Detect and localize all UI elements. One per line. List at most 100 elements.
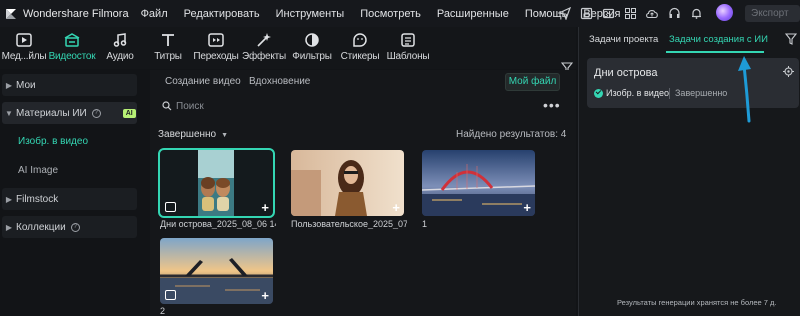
sidebar-item-mine[interactable]: ▶ Мои bbox=[2, 74, 137, 96]
tab-stock-video-label: Видеосток bbox=[48, 51, 96, 62]
tab-transitions[interactable]: Переходы bbox=[192, 27, 240, 69]
card-title: 1 bbox=[422, 219, 428, 229]
task-status: Завершенно bbox=[675, 88, 728, 98]
audio-icon bbox=[96, 30, 144, 50]
sidebar-subitem-image-to-video[interactable]: Изобр. в видео bbox=[18, 136, 88, 147]
sidebar-item-label: Коллекции bbox=[16, 221, 66, 233]
drawbridge-sunset-thumbnail bbox=[160, 238, 273, 304]
card-title: Дни острова_2025_08_06 14... bbox=[160, 219, 276, 229]
island-days-thumbnail bbox=[160, 150, 273, 216]
menu-edit[interactable]: Редактировать bbox=[184, 8, 260, 20]
annotation-arrow-icon bbox=[738, 56, 751, 123]
menu-advanced[interactable]: Расширенные bbox=[437, 8, 509, 20]
tab-titles[interactable]: Титры bbox=[144, 27, 192, 69]
filmora-window: Wondershare Filmora Файл Редактировать И… bbox=[0, 0, 800, 316]
save-icon[interactable] bbox=[578, 5, 594, 21]
tab-audio-label: Аудио bbox=[106, 51, 134, 62]
completed-check-icon bbox=[594, 89, 603, 98]
media-card[interactable]: + bbox=[422, 150, 535, 216]
export-button[interactable]: Экспорт bbox=[745, 5, 800, 22]
results-count: Найдено результатов: 4 bbox=[456, 129, 567, 140]
help-icon[interactable]: ? bbox=[70, 222, 80, 232]
locate-icon[interactable] bbox=[783, 66, 794, 80]
headset-icon[interactable] bbox=[666, 5, 682, 21]
image-to-video-badge-icon bbox=[165, 202, 176, 212]
grid-icon[interactable] bbox=[622, 5, 638, 21]
tab-effects-label: Эффекты bbox=[241, 51, 287, 62]
tab-create-video[interactable]: Создание видео bbox=[165, 76, 241, 87]
sidebar-subitem-ai-image[interactable]: AI Image bbox=[18, 165, 58, 176]
filter-icon[interactable] bbox=[784, 33, 798, 48]
add-icon[interactable]: + bbox=[261, 201, 269, 214]
ai-badge: AI bbox=[122, 108, 136, 118]
bell-icon[interactable] bbox=[688, 5, 704, 21]
send-icon[interactable] bbox=[556, 5, 572, 21]
card-title: 2 bbox=[160, 306, 166, 316]
task-title: Дни острова bbox=[594, 67, 658, 79]
sidebar-item-ai-materials[interactable]: ▼ Материалы ИИ ? AI bbox=[2, 102, 137, 124]
media-browser: Создание видео Вдохновение Мой файл ••• … bbox=[150, 70, 576, 316]
filters-icon bbox=[288, 30, 336, 50]
tab-filters-label: Фильтры bbox=[292, 51, 332, 62]
tab-media[interactable]: Мед...йлы bbox=[0, 27, 48, 69]
titles-icon bbox=[144, 30, 192, 50]
media-icon bbox=[0, 30, 48, 50]
tab-effects[interactable]: Эффекты bbox=[240, 27, 288, 69]
tab-project-tasks[interactable]: Задачи проекта bbox=[589, 34, 658, 45]
image-to-video-badge-icon bbox=[165, 290, 176, 300]
add-icon[interactable]: + bbox=[392, 201, 400, 214]
media-card[interactable]: + bbox=[158, 148, 275, 218]
tab-inspiration[interactable]: Вдохновение bbox=[249, 76, 310, 87]
sidebar-item-label: Мои bbox=[16, 79, 36, 91]
red-bridge-thumbnail bbox=[422, 150, 535, 216]
retention-note: Результаты генерации хранятся не более 7… bbox=[617, 298, 777, 307]
tab-templates[interactable]: Шаблоны bbox=[384, 27, 432, 69]
help-icon[interactable]: ? bbox=[91, 108, 101, 118]
sidebar-item-filmstock[interactable]: ▶ Filmstock bbox=[2, 188, 137, 210]
tab-titles-label: Титры bbox=[154, 51, 182, 62]
chevron-down-icon: ▼ bbox=[5, 108, 13, 118]
ai-tasks-panel: Задачи проекта Задачи создания с ИИ Дни … bbox=[578, 27, 800, 316]
task-card[interactable]: Дни острова Изобр. в видео Завершенно bbox=[587, 58, 799, 108]
app-name: Wondershare Filmora bbox=[23, 7, 129, 20]
transitions-icon bbox=[192, 30, 240, 50]
sidebar-item-label: Материалы ИИ bbox=[16, 107, 87, 119]
tab-stickers[interactable]: Стикеры bbox=[336, 27, 384, 69]
cloud-upload-icon[interactable] bbox=[644, 5, 660, 21]
chevron-right-icon: ▶ bbox=[5, 194, 13, 204]
add-icon[interactable]: + bbox=[523, 201, 531, 214]
menu-file[interactable]: Файл bbox=[141, 8, 168, 20]
media-icon[interactable] bbox=[600, 5, 616, 21]
portrait-woman-thumbnail bbox=[291, 150, 404, 216]
main-toolbar: Мед...йлы Видеосток Аудио Титры Переходы… bbox=[0, 27, 576, 74]
status-filter-dropdown[interactable]: Завершенно ▼ bbox=[158, 129, 228, 140]
menu-tools[interactable]: Инструменты bbox=[276, 8, 345, 20]
templates-icon bbox=[384, 30, 432, 50]
stickers-icon bbox=[336, 30, 384, 50]
card-title: Пользовательское_2025_07... bbox=[291, 219, 407, 229]
my-file-button[interactable]: Мой файл bbox=[505, 73, 560, 91]
sidebar-item-collections[interactable]: ▶ Коллекции ? bbox=[2, 216, 137, 238]
filmora-logo-icon bbox=[4, 7, 18, 21]
menu-view[interactable]: Посмотреть bbox=[360, 8, 421, 20]
more-options-icon[interactable]: ••• bbox=[543, 98, 561, 112]
media-card[interactable]: + bbox=[291, 150, 404, 216]
search-icon bbox=[162, 101, 172, 114]
status-filter-label: Завершенно bbox=[158, 129, 217, 140]
tab-templates-label: Шаблоны bbox=[386, 51, 430, 62]
user-avatar[interactable] bbox=[716, 4, 733, 21]
titlebar-actions bbox=[556, 5, 710, 21]
tab-filters[interactable]: Фильтры bbox=[288, 27, 336, 69]
tab-audio[interactable]: Аудио bbox=[96, 27, 144, 69]
sidebar-item-label: Filmstock bbox=[16, 193, 59, 205]
media-card[interactable]: + bbox=[160, 238, 273, 304]
tab-transitions-label: Переходы bbox=[193, 51, 239, 62]
tab-stock-video[interactable]: Видеосток bbox=[48, 27, 96, 69]
tab-ai-creation-tasks[interactable]: Задачи создания с ИИ bbox=[669, 34, 768, 45]
task-type: Изобр. в видео bbox=[606, 88, 670, 98]
stock-icon bbox=[48, 30, 96, 50]
chevron-right-icon: ▶ bbox=[5, 80, 13, 90]
title-bar: Wondershare Filmora Файл Редактировать И… bbox=[0, 0, 800, 27]
search-input[interactable] bbox=[176, 99, 376, 113]
add-icon[interactable]: + bbox=[261, 289, 269, 302]
